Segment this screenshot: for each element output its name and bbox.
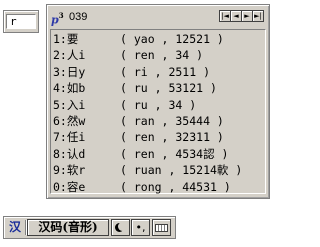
candidate-index: 3:	[53, 64, 67, 79]
candidate-code: ( ru , 53121 )	[120, 81, 217, 96]
ime-status-bar: 汉 汉码(音形) •,	[3, 216, 176, 239]
candidate-row-10[interactable]: 0:容e ( rong , 44531 )	[51, 179, 265, 195]
candidate-word: 要	[66, 32, 79, 46]
punctuation-toggle-button[interactable]: •,	[131, 219, 150, 236]
candidate-word: 人i	[66, 48, 86, 63]
candidate-word: 入i	[66, 97, 86, 112]
last-page-button[interactable]: ►|	[252, 10, 264, 22]
candidate-index: 7:	[53, 130, 67, 145]
status-divider	[25, 220, 26, 235]
candidate-row-4[interactable]: 4:如b ( ru , 53121 )	[51, 80, 265, 96]
candidate-index: 1:	[53, 32, 67, 46]
half-width-toggle-button[interactable]	[111, 219, 130, 236]
page-count: 039	[69, 11, 88, 23]
candidate-word: 如b	[66, 81, 86, 96]
candidate-row-5[interactable]: 5:入i ( ru , 34 )	[51, 97, 265, 113]
candidate-code: ( ren , 4534認 )	[120, 146, 229, 161]
candidate-row-3[interactable]: 3:日y ( ri , 2511 )	[51, 64, 265, 80]
candidate-code: ( ri , 2511 )	[120, 64, 211, 79]
candidate-index: 5:	[53, 97, 67, 112]
composition-window: r	[3, 10, 39, 33]
candidate-word: 然w	[66, 113, 86, 128]
keyboard-icon	[155, 224, 168, 232]
candidate-code: ( ren , 32311 )	[120, 130, 224, 145]
candidate-index: 9:	[53, 163, 67, 178]
candidate-row-9[interactable]: 9:软r ( ruan , 15214軟 )	[51, 162, 265, 178]
page-navigation: |◄ ◄ ► ►|	[219, 10, 264, 22]
candidate-index: 2:	[53, 48, 67, 63]
candidate-row-2[interactable]: 2:人i ( ren , 34 )	[51, 47, 265, 63]
candidate-word: 任i	[66, 130, 86, 145]
candidate-row-6[interactable]: 6:然w ( ran , 35444 )	[51, 113, 265, 129]
candidate-word: 日y	[66, 64, 86, 79]
candidate-code: ( ru , 34 )	[120, 97, 197, 112]
candidate-row-1[interactable]: 1:要 ( yao , 12521 )	[51, 31, 265, 47]
candidate-code: ( rong , 44531 )	[120, 179, 231, 194]
candidate-index: 4:	[53, 81, 67, 96]
candidate-header: p3 039 |◄ ◄ ► ►|	[50, 9, 266, 27]
candidate-code: ( yao , 12521 )	[120, 32, 224, 46]
candidate-word: 认d	[66, 146, 86, 161]
moon-icon	[118, 222, 127, 231]
candidate-index: 0:	[53, 179, 67, 194]
candidate-row-7[interactable]: 7:任i ( ren , 32311 )	[51, 129, 265, 145]
candidate-window: p3 039 |◄ ◄ ► ►| 1:要 ( yao , 12521 ) 2:人i…	[46, 4, 270, 199]
ime-logo-icon[interactable]: 汉	[7, 219, 23, 235]
candidate-index: 6:	[53, 113, 67, 128]
page-icon: p3	[51, 11, 64, 27]
composition-input[interactable]: r	[6, 14, 36, 29]
candidate-code: ( ran , 35444 )	[120, 113, 224, 128]
candidate-row-8[interactable]: 8:认d ( ren , 4534認 )	[51, 146, 265, 162]
candidate-index: 8:	[53, 146, 67, 161]
input-method-name-button[interactable]: 汉码(音形)	[27, 219, 109, 236]
candidate-list: 1:要 ( yao , 12521 ) 2:人i ( ren , 34 ) 3:日y…	[50, 29, 266, 194]
soft-keyboard-button[interactable]	[152, 219, 171, 236]
candidate-word: 容e	[66, 179, 86, 194]
candidate-code: ( ren , 34 )	[120, 48, 204, 63]
candidate-word: 软r	[66, 163, 86, 178]
candidate-code: ( ruan , 15214軟 )	[120, 163, 243, 178]
